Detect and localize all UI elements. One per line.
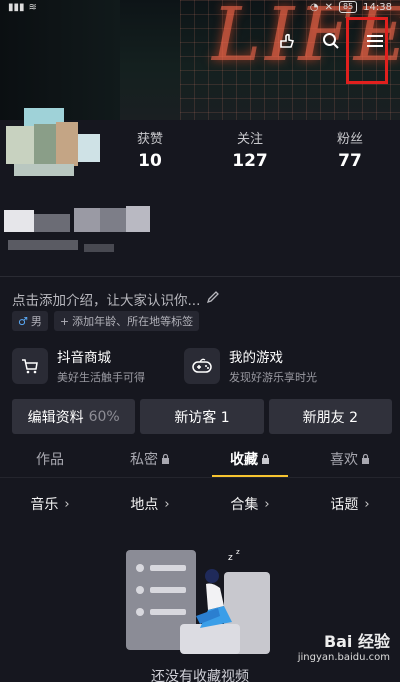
tab-private[interactable]: 私密 — [100, 444, 200, 476]
category-label: 音乐 — [30, 497, 59, 513]
category-label: 合集 — [230, 497, 259, 513]
category-topics[interactable]: 话题 › — [300, 494, 400, 514]
avatar-pixel — [34, 124, 56, 164]
battery-indicator: 85 — [338, 1, 358, 13]
tab-label: 作品 — [36, 452, 64, 468]
cover-shade — [0, 0, 120, 120]
svg-text:z: z — [228, 553, 233, 563]
name-pixel — [74, 208, 100, 232]
profile-cover[interactable]: LIFE — [0, 0, 400, 120]
new-friends-button[interactable]: 新朋友 2 — [268, 399, 392, 434]
watermark-brand: Bai 经验 — [323, 632, 390, 651]
shortcuts-row: 抖音商城 美好生活触手可得 我的游戏 发现好游乐享时光 — [12, 346, 392, 385]
alarm-icon: ◔ — [309, 1, 319, 13]
avatar-pixel — [6, 126, 34, 164]
name-pixel — [34, 214, 70, 232]
search-icon[interactable] — [320, 30, 342, 52]
empty-state-text: 还没有收藏视频 — [151, 669, 249, 682]
tab-works[interactable]: 作品 — [0, 444, 100, 476]
chevron-right-icon: › — [364, 496, 370, 512]
svg-text:z: z — [236, 548, 240, 556]
watermark: Bai 经验 jingyan.baidu.com — [298, 628, 390, 663]
tab-label: 收藏 — [230, 452, 258, 468]
section-divider — [0, 276, 400, 277]
profile-stats: 获赞 10 关注 127 粉丝 77 — [100, 128, 400, 171]
intro-line[interactable]: 点击添加介绍，让大家认识你... — [12, 289, 220, 309]
name-pixel — [100, 208, 126, 232]
avatar-pixel — [14, 164, 74, 176]
chevron-right-icon: › — [64, 496, 70, 512]
lock-icon — [261, 444, 270, 476]
new-visitors-button[interactable]: 新访客 1 — [140, 399, 264, 434]
shortcut-games[interactable]: 我的游戏 发现好游乐享时光 — [184, 346, 356, 385]
name-pixel — [4, 210, 34, 232]
add-tag-label: 添加年龄、所在地等标签 — [72, 315, 194, 328]
tab-label: 私密 — [130, 452, 158, 468]
cart-icon — [12, 347, 48, 384]
category-places[interactable]: 地点 › — [100, 494, 200, 514]
stat-followers[interactable]: 粉丝 77 — [300, 128, 400, 171]
content-tabs: 作品 私密 收藏 喜欢 — [0, 444, 400, 477]
add-tag-button[interactable]: + 添加年龄、所在地等标签 — [53, 311, 200, 331]
stat-label: 获赞 — [136, 132, 163, 147]
pencil-icon — [206, 290, 220, 308]
name-pixel — [84, 244, 114, 252]
menu-highlight-box — [346, 17, 388, 84]
stat-likes[interactable]: 获赞 10 — [100, 128, 200, 171]
category-label: 地点 — [130, 497, 159, 513]
gender-tag[interactable]: ♂ 男 — [12, 311, 48, 331]
new-friends-label: 新朋友 2 — [302, 409, 358, 426]
username-redacted — [4, 204, 164, 262]
gamepad-icon — [184, 347, 220, 384]
watermark-url: jingyan.baidu.com — [297, 652, 390, 663]
stat-label: 关注 — [236, 132, 263, 147]
favorite-categories: 音乐 › 地点 › 合集 › 话题 › — [0, 494, 400, 514]
intro-text: 点击添加介绍，让大家认识你... — [12, 293, 201, 309]
new-visitors-label: 新访客 1 — [174, 409, 230, 426]
chevron-right-icon: › — [164, 496, 170, 512]
lock-icon — [161, 444, 170, 476]
tabs-divider — [0, 477, 400, 478]
clock: 14:38 — [363, 1, 392, 13]
mute-icon: ✕ — [324, 1, 333, 13]
shortcut-title: 我的游戏 — [229, 350, 283, 366]
gesture-icon[interactable] — [276, 30, 298, 52]
wifi-icon: ≋ — [28, 1, 37, 13]
tab-favorites[interactable]: 收藏 — [200, 444, 300, 477]
status-bar: ▮▮▮ ≋ ◔ ✕ 85 14:38 — [0, 0, 400, 14]
gender-tag-label: 男 — [30, 315, 42, 328]
edit-profile-button[interactable]: 编辑资料 60% — [12, 399, 136, 434]
stat-value: 127 — [232, 151, 268, 171]
tab-label: 喜欢 — [330, 452, 358, 468]
shortcut-subtitle: 美好生活触手可得 — [57, 371, 145, 384]
profile-action-buttons: 编辑资料 60% 新访客 1 新朋友 2 — [12, 399, 392, 434]
plus-icon: + — [59, 314, 70, 328]
stat-following[interactable]: 关注 127 — [200, 128, 300, 171]
category-collections[interactable]: 合集 › — [200, 494, 300, 514]
avatar-pixel — [56, 122, 78, 166]
chevron-right-icon: › — [264, 496, 270, 512]
avatar[interactable] — [6, 108, 100, 184]
stat-label: 粉丝 — [336, 132, 363, 147]
shortcut-title: 抖音商城 — [57, 350, 111, 366]
signal-icon: ▮▮▮ — [8, 1, 25, 13]
avatar-pixel — [78, 134, 100, 162]
category-music[interactable]: 音乐 › — [0, 494, 100, 514]
lock-icon — [361, 444, 370, 476]
profile-tags: ♂ 男 + 添加年龄、所在地等标签 — [12, 311, 200, 331]
shortcut-shop[interactable]: 抖音商城 美好生活触手可得 — [12, 346, 184, 385]
shortcut-subtitle: 发现好游乐享时光 — [229, 371, 317, 384]
edit-profile-percent: 60% — [88, 408, 120, 425]
name-pixel — [8, 240, 78, 250]
name-pixel — [126, 206, 150, 232]
tab-likes[interactable]: 喜欢 — [300, 444, 400, 476]
edit-profile-label: 编辑资料 — [27, 409, 84, 426]
male-icon: ♂ — [18, 314, 28, 328]
empty-state-illustration: z z — [120, 544, 280, 654]
category-label: 话题 — [330, 497, 359, 513]
stat-value: 77 — [338, 151, 362, 171]
stat-value: 10 — [138, 151, 162, 171]
